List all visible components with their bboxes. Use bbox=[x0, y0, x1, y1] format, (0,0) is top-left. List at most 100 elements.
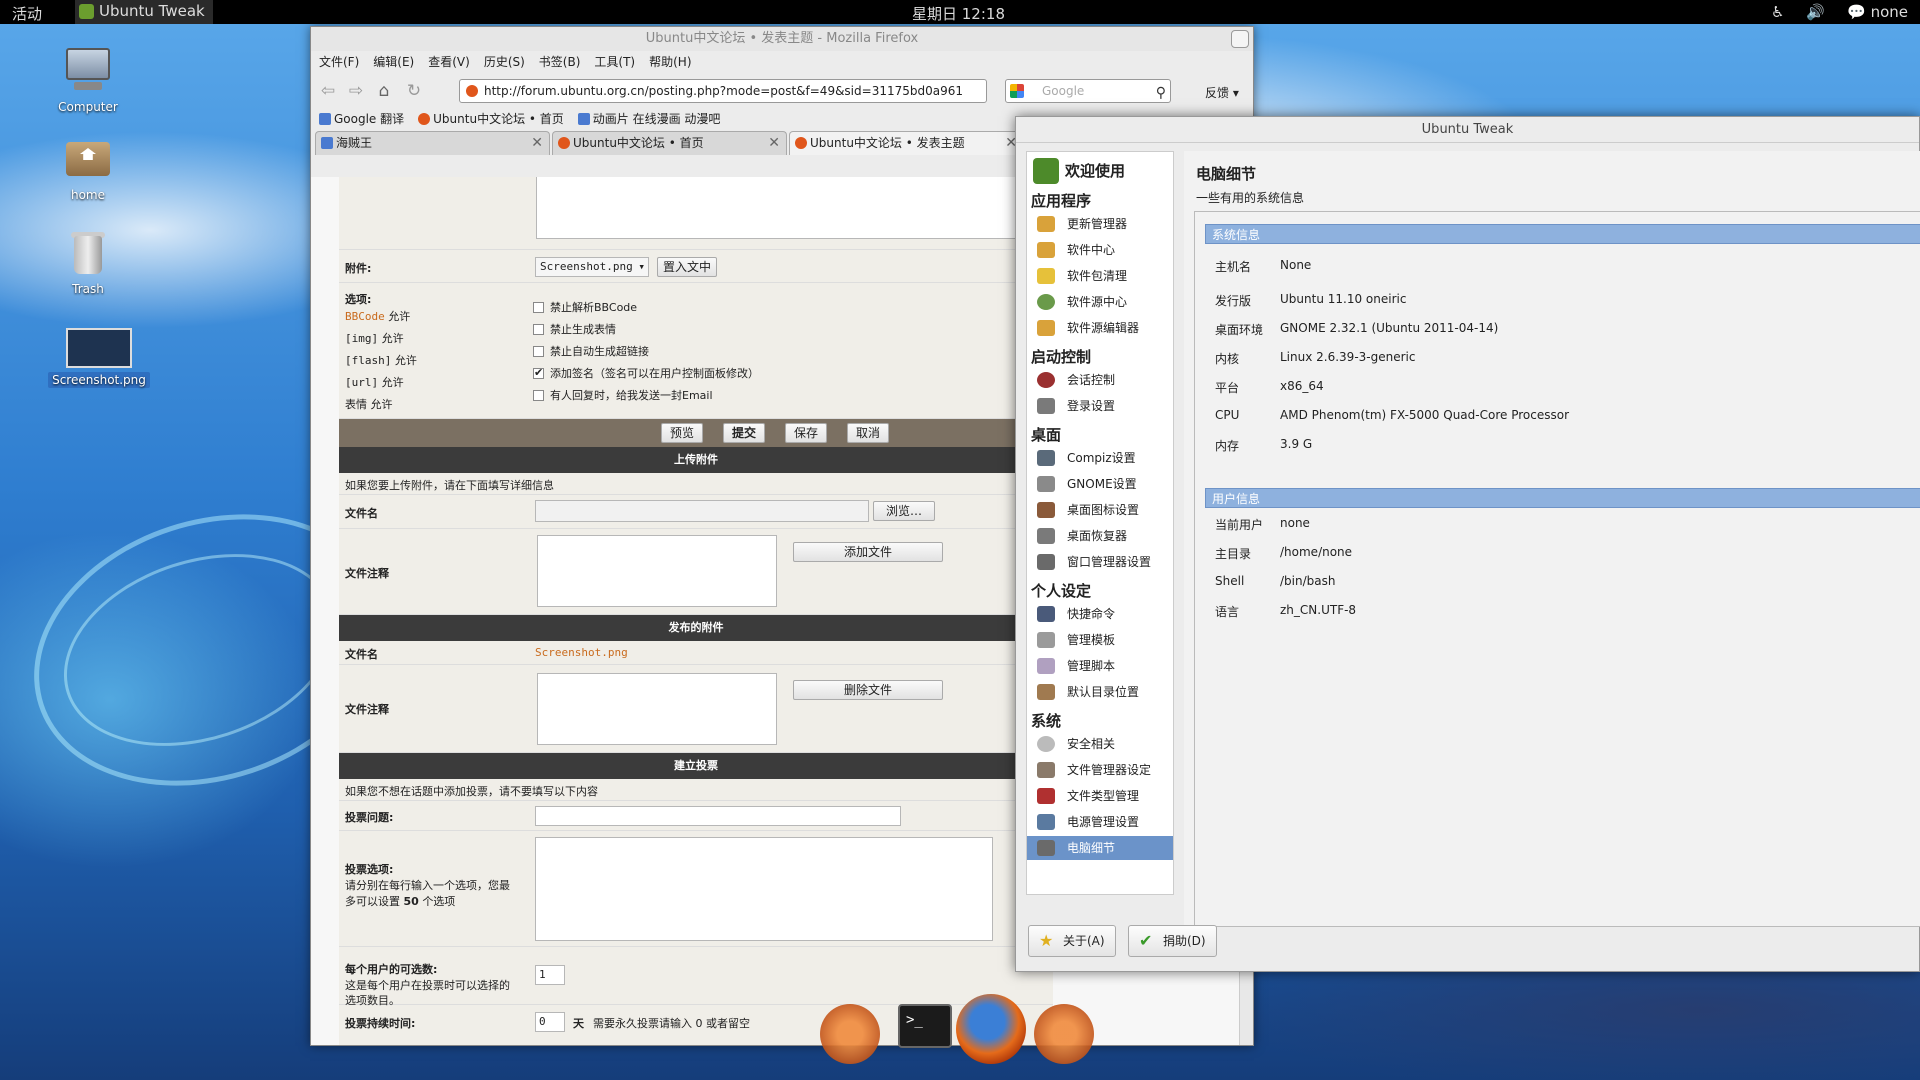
accessibility-icon[interactable]: ♿ bbox=[1771, 3, 1784, 21]
reload-icon[interactable]: ↻ bbox=[403, 80, 425, 102]
menu-help[interactable]: 帮助(H) bbox=[649, 51, 691, 73]
sidebar-item-label: 桌面恢复器 bbox=[1067, 529, 1128, 543]
menu-bookmarks[interactable]: 书签(B) bbox=[539, 51, 581, 73]
desktop-icon-trash[interactable]: Trash bbox=[33, 228, 143, 296]
poll-question-input[interactable] bbox=[535, 806, 901, 826]
sidebar-item-source-center[interactable]: 软件源中心 bbox=[1027, 290, 1173, 314]
sidebar-item-compiz[interactable]: Compiz设置 bbox=[1027, 446, 1173, 470]
option-notify-reply[interactable]: 有人回复时，给我发送一封Email bbox=[533, 387, 713, 403]
sidebar-item-login-settings[interactable]: 登录设置 bbox=[1027, 394, 1173, 418]
tab-post-topic[interactable]: Ubuntu中文论坛 • 发表主题 ✕ bbox=[789, 131, 1024, 155]
search-input[interactable]: Google ⚲ bbox=[1005, 79, 1171, 103]
per-user-input[interactable]: 1 bbox=[535, 965, 565, 985]
firefox-icon[interactable] bbox=[956, 994, 1026, 1064]
bookmark-item[interactable]: Ubuntu中文论坛 • 首页 bbox=[418, 107, 564, 131]
file-comment-textarea[interactable] bbox=[537, 535, 777, 607]
sidebar-item-gnome[interactable]: GNOME设置 bbox=[1027, 472, 1173, 496]
sidebar-item-session-control[interactable]: 会话控制 bbox=[1027, 368, 1173, 392]
sidebar-item-shortcuts[interactable]: 快捷命令 bbox=[1027, 602, 1173, 626]
preview-button[interactable]: 预览 bbox=[661, 423, 703, 443]
add-file-button[interactable]: 添加文件 bbox=[793, 542, 943, 562]
bbcode-rule-state: 允许 bbox=[388, 310, 411, 323]
about-button[interactable]: ★ 关于(A) bbox=[1028, 925, 1116, 957]
tab-one-piece[interactable]: 海贼王 ✕ bbox=[315, 131, 550, 155]
home-icon[interactable]: ⌂ bbox=[373, 80, 395, 102]
clock[interactable]: 星期日 12:18 bbox=[912, 3, 1005, 24]
browse-button[interactable]: 浏览… bbox=[873, 501, 935, 521]
url-bar[interactable]: http://forum.ubuntu.org.cn/posting.php?m… bbox=[459, 79, 987, 103]
insert-into-text-button[interactable]: 置入文中 bbox=[657, 257, 717, 277]
search-icon[interactable]: ⚲ bbox=[1156, 82, 1166, 104]
menu-view[interactable]: 查看(V) bbox=[428, 51, 470, 73]
sidebar-category-system: 系统 bbox=[1031, 712, 1062, 730]
sidebar-item-welcome[interactable]: 欢迎使用 bbox=[1031, 158, 1125, 184]
cancel-button[interactable]: 取消 bbox=[847, 423, 889, 443]
checkbox[interactable] bbox=[533, 324, 544, 335]
save-button[interactable]: 保存 bbox=[785, 423, 827, 443]
sidebar-item-file-manager[interactable]: 文件管理器设定 bbox=[1027, 758, 1173, 782]
window-titlebar[interactable]: Ubuntu Tweak bbox=[1016, 117, 1919, 143]
submit-button[interactable]: 提交 bbox=[723, 423, 765, 443]
back-icon[interactable]: ⇦ bbox=[317, 80, 339, 102]
sidebar-item-software-center[interactable]: 软件中心 bbox=[1027, 238, 1173, 262]
sidebar-item-source-editor[interactable]: 软件源编辑器 bbox=[1027, 316, 1173, 340]
message-textarea[interactable] bbox=[536, 177, 1053, 239]
delete-file-button[interactable]: 删除文件 bbox=[793, 680, 943, 700]
volume-icon[interactable]: 🔊 bbox=[1806, 3, 1825, 21]
checkbox[interactable] bbox=[533, 390, 544, 401]
sidebar-item-templates[interactable]: 管理模板 bbox=[1027, 628, 1173, 652]
sidebar-item-desktop-icons[interactable]: 桌面图标设置 bbox=[1027, 498, 1173, 522]
poll-options-desc: 多可以设置 50 个选项 bbox=[345, 893, 455, 909]
sidebar-item-power[interactable]: 电源管理设置 bbox=[1027, 810, 1173, 834]
info-key: CPU bbox=[1215, 408, 1240, 422]
bookmark-item[interactable]: Google 翻译 bbox=[319, 107, 404, 131]
bookmark-item[interactable]: 动画片 在线漫画 动漫吧 bbox=[577, 107, 720, 131]
attachment-select[interactable]: Screenshot.png ▾ bbox=[535, 257, 649, 277]
terminal-icon[interactable]: >_ bbox=[898, 1004, 952, 1048]
user-menu[interactable]: 💬 none bbox=[1847, 3, 1908, 21]
close-icon[interactable] bbox=[1231, 30, 1249, 48]
close-tab-icon[interactable]: ✕ bbox=[768, 132, 780, 154]
donate-button[interactable]: ✔ 捐助(D) bbox=[1128, 925, 1217, 957]
poll-options-textarea[interactable] bbox=[535, 837, 993, 941]
feedback-button[interactable]: 反馈 ▾ bbox=[1205, 84, 1239, 101]
checkbox[interactable] bbox=[533, 366, 544, 379]
bbcode-rule-name: [img] bbox=[345, 332, 379, 345]
menu-edit[interactable]: 编辑(E) bbox=[373, 51, 414, 73]
desktop-icon-computer[interactable]: Computer bbox=[33, 46, 143, 114]
bbcode-rule-name[interactable]: BBCode bbox=[345, 310, 385, 323]
file-path-input[interactable] bbox=[535, 500, 869, 522]
close-tab-icon[interactable]: ✕ bbox=[531, 132, 543, 154]
duration-input[interactable]: 0 bbox=[535, 1012, 565, 1032]
checkbox[interactable] bbox=[533, 346, 544, 357]
option-disable-magic-url[interactable]: 禁止自动生成超链接 bbox=[533, 343, 649, 359]
app-menu[interactable]: Ubuntu Tweak bbox=[75, 0, 213, 24]
option-attach-signature[interactable]: 添加签名（签名可以在用户控制面板修改） bbox=[533, 365, 759, 381]
desktop-icon-screenshot[interactable]: Screenshot.png bbox=[44, 328, 154, 388]
option-disable-smilies[interactable]: 禁止生成表情 bbox=[533, 321, 616, 337]
menu-history[interactable]: 历史(S) bbox=[484, 51, 525, 73]
activities-button[interactable]: 活动 bbox=[12, 3, 42, 24]
window-titlebar[interactable]: Ubuntu中文论坛 • 发表主题 - Mozilla Firefox bbox=[311, 27, 1253, 51]
checkbox[interactable] bbox=[533, 302, 544, 313]
menu-file[interactable]: 文件(F) bbox=[319, 51, 359, 73]
sidebar-item-security[interactable]: 安全相关 bbox=[1027, 732, 1173, 756]
tab-label: 海贼王 bbox=[336, 136, 373, 150]
sidebar-item-file-types[interactable]: 文件类型管理 bbox=[1027, 784, 1173, 808]
sidebar-item-scripts[interactable]: 管理脚本 bbox=[1027, 654, 1173, 678]
sidebar-item-window-manager[interactable]: 窗口管理器设置 bbox=[1027, 550, 1173, 574]
ubuntu-logo-icon[interactable] bbox=[1034, 1004, 1094, 1064]
desktop-icon-home[interactable]: home bbox=[33, 134, 143, 202]
posted-comment-textarea[interactable] bbox=[537, 673, 777, 745]
sidebar-item-update-manager[interactable]: 更新管理器 bbox=[1027, 212, 1173, 236]
sidebar-item-desktop-recovery[interactable]: 桌面恢复器 bbox=[1027, 524, 1173, 548]
ubuntu-logo-icon[interactable] bbox=[820, 1004, 880, 1064]
posted-filename-link[interactable]: Screenshot.png bbox=[535, 646, 628, 659]
sidebar-item-computer-details[interactable]: 电脑细节 bbox=[1027, 836, 1173, 860]
sidebar-item-default-folders[interactable]: 默认目录位置 bbox=[1027, 680, 1173, 704]
forward-icon[interactable]: ⇨ bbox=[345, 80, 367, 102]
menu-tools[interactable]: 工具(T) bbox=[594, 51, 635, 73]
tab-forum-home[interactable]: Ubuntu中文论坛 • 首页 ✕ bbox=[552, 131, 787, 155]
option-disable-bbcode[interactable]: 禁止解析BBCode bbox=[533, 299, 637, 315]
sidebar-item-package-cleaner[interactable]: 软件包清理 bbox=[1027, 264, 1173, 288]
